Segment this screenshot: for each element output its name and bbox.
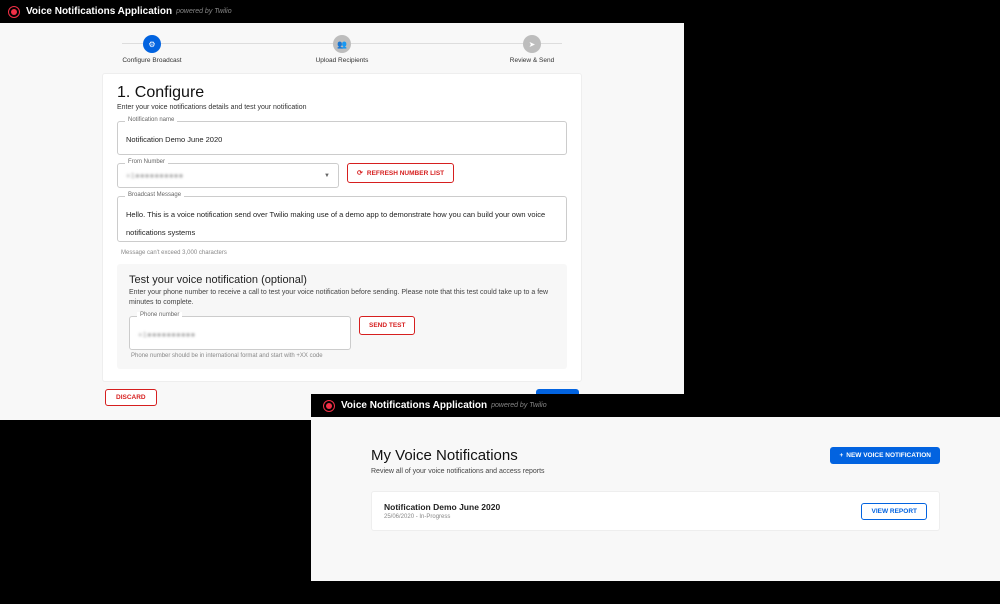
stepper: ⚙ Configure Broadcast 👥 Upload Recipient…: [92, 35, 592, 64]
notification-list-item: Notification Demo June 2020 25/06/2020 -…: [371, 491, 940, 531]
button-label: REFRESH NUMBER LIST: [367, 170, 444, 177]
field-value: +1●●●●●●●●●●: [126, 171, 183, 180]
page-subheading: Enter your voice notifications details a…: [117, 104, 567, 111]
test-section: Test your voice notification (optional) …: [117, 264, 567, 369]
page-subheading: Review all of your voice notifications a…: [371, 468, 940, 475]
step-review[interactable]: ➤ Review & Send: [472, 35, 592, 64]
button-label: VIEW REPORT: [871, 508, 917, 515]
page-heading: My Voice Notifications: [371, 447, 518, 464]
message-hint: Message can't exceed 3,000 characters: [121, 250, 567, 256]
broadcast-message-input[interactable]: Broadcast Message Hello. This is a voice…: [117, 196, 567, 242]
step-label: Configure Broadcast: [122, 57, 181, 64]
chevron-down-icon: ▼: [324, 173, 330, 179]
list-body: My Voice Notifications + NEW VOICE NOTIF…: [311, 417, 1000, 581]
discard-button[interactable]: DISCARD: [105, 389, 157, 406]
people-icon: 👥: [337, 40, 347, 49]
notification-name-input[interactable]: Notification name Notification Demo June…: [117, 121, 567, 155]
app-title: Voice Notifications Application: [26, 6, 172, 17]
twilio-logo-icon: [8, 6, 20, 18]
app-subtitle: powered by Twilio: [176, 8, 232, 15]
app-title: Voice Notifications Application: [341, 400, 487, 411]
field-label: Phone number: [137, 312, 182, 318]
field-label: Broadcast Message: [125, 192, 184, 198]
item-title: Notification Demo June 2020: [384, 502, 500, 512]
refresh-icon: ⟳: [357, 169, 363, 177]
send-test-button[interactable]: SEND TEST: [359, 316, 415, 335]
plus-icon: +: [839, 452, 843, 459]
button-label: NEW VOICE NOTIFICATION: [846, 452, 931, 459]
field-value: Hello. This is a voice notification send…: [126, 210, 545, 237]
new-notification-button[interactable]: + NEW VOICE NOTIFICATION: [830, 447, 940, 464]
test-body: Enter your phone number to receive a cal…: [129, 288, 555, 308]
item-meta: 25/06/2020 - In-Progress: [384, 514, 500, 520]
send-icon: ➤: [529, 40, 536, 49]
gear-icon: ⚙: [148, 40, 155, 49]
app-subtitle: powered by Twilio: [491, 402, 547, 409]
window-list: Voice Notifications Application powered …: [311, 394, 1000, 581]
field-label: From Number: [125, 159, 168, 165]
button-label: DISCARD: [116, 394, 146, 401]
item-status: In-Progress: [419, 514, 450, 520]
test-phone-input[interactable]: Phone number +1●●●●●●●●●●: [129, 316, 351, 350]
app-header: Voice Notifications Application powered …: [0, 0, 684, 23]
page-heading: 1. Configure: [117, 84, 567, 102]
from-number-select[interactable]: From Number +1●●●●●●●●●● ▼: [117, 163, 339, 188]
view-report-button[interactable]: VIEW REPORT: [861, 503, 927, 520]
button-label: SEND TEST: [369, 322, 405, 329]
step-upload[interactable]: 👥 Upload Recipients: [282, 35, 402, 64]
field-value: Notification Demo June 2020: [126, 135, 222, 144]
twilio-logo-icon: [323, 400, 335, 412]
app-header: Voice Notifications Application powered …: [311, 394, 1000, 417]
configure-body: ⚙ Configure Broadcast 👥 Upload Recipient…: [0, 23, 684, 420]
phone-hint: Phone number should be in international …: [131, 353, 555, 359]
step-configure[interactable]: ⚙ Configure Broadcast: [92, 35, 212, 64]
test-heading: Test your voice notification (optional): [129, 274, 555, 286]
field-label: Notification name: [125, 117, 177, 123]
step-label: Upload Recipients: [316, 57, 369, 64]
item-date: 25/06/2020: [384, 514, 414, 520]
field-value: +1●●●●●●●●●●: [138, 330, 195, 339]
window-configure: Voice Notifications Application powered …: [0, 0, 684, 420]
refresh-number-button[interactable]: ⟳ REFRESH NUMBER LIST: [347, 163, 454, 183]
configure-card: 1. Configure Enter your voice notificati…: [103, 74, 581, 381]
step-label: Review & Send: [510, 57, 554, 64]
